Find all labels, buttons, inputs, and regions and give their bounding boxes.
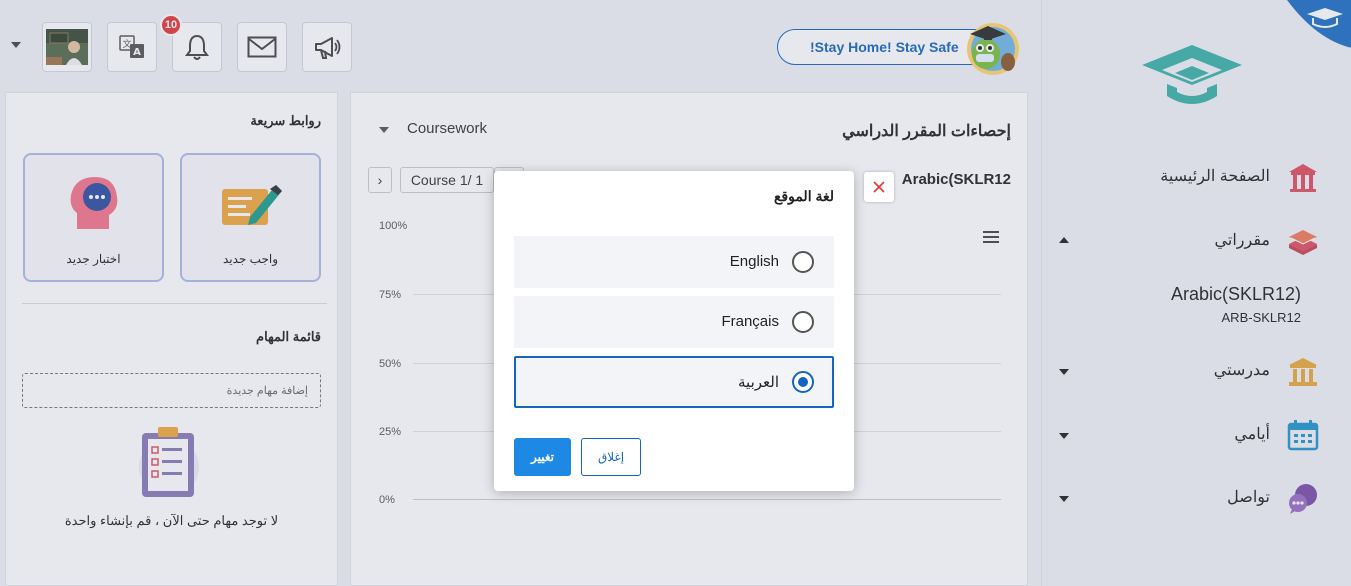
close-button[interactable]: إغلاق [581,438,641,476]
radio-button[interactable] [792,311,814,333]
dialog-title: لغة الموقع [773,188,834,204]
language-option-label: English [729,253,779,270]
close-icon [873,181,885,193]
language-option-french[interactable]: Français [514,296,834,348]
language-option-label: Français [721,313,779,330]
radio-button[interactable] [792,251,814,273]
change-button[interactable]: تغيير [514,438,571,476]
radio-button-selected[interactable] [792,371,814,393]
site-language-dialog: لغة الموقع English Français العربية تغيي… [494,171,854,491]
language-option-arabic[interactable]: العربية [514,356,834,408]
close-dialog-button[interactable] [864,172,894,202]
language-option-label: العربية [738,374,779,391]
language-option-english[interactable]: English [514,236,834,288]
